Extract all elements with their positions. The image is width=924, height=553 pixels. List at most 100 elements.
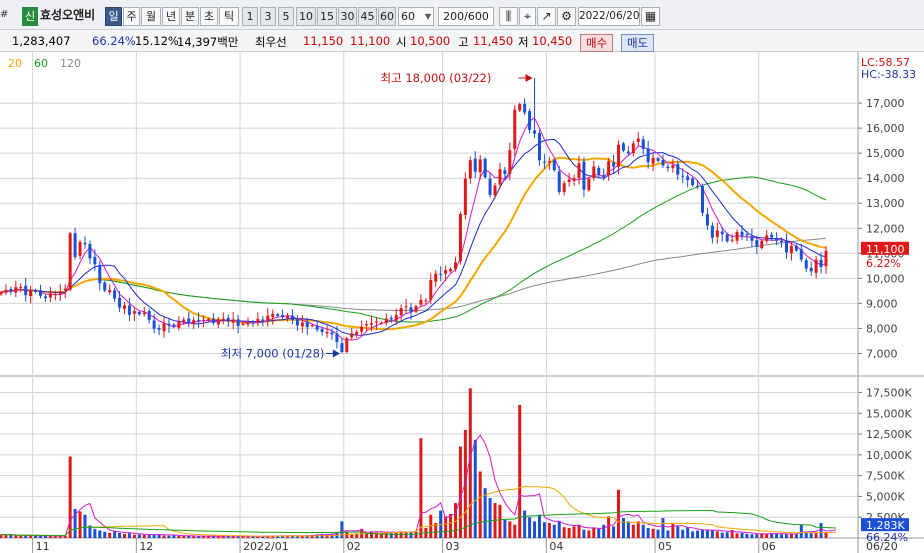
volume-bar — [83, 514, 87, 538]
crosshair-icon[interactable]: ⌖ — [519, 7, 536, 26]
sell-button[interactable]: 매도 — [621, 34, 655, 52]
volume-bar — [641, 524, 645, 538]
volume-bar — [142, 534, 146, 538]
candle-body — [775, 238, 779, 241]
date-input[interactable]: 2022/06/20 — [578, 7, 640, 26]
candle-body — [750, 236, 754, 241]
candle-body — [34, 290, 38, 292]
volume-bar — [814, 533, 818, 538]
volume-bar — [819, 523, 823, 538]
volume-bar — [780, 534, 784, 538]
stock-chart[interactable]: 17,00016,00015,00014,00013,00012,00011,0… — [0, 52, 924, 553]
candle-body — [167, 323, 171, 326]
interval-30-button[interactable]: 30 — [338, 7, 357, 26]
open-label: 시 — [396, 35, 407, 49]
volume-bar — [750, 534, 754, 538]
period-second-button[interactable]: 초 — [200, 7, 218, 26]
stock-name[interactable]: 효성오앤비 — [40, 7, 95, 26]
x-tick-label: 06 — [762, 540, 776, 553]
period-tick-button[interactable]: 틱 — [219, 7, 239, 26]
candle-body — [103, 282, 107, 291]
calendar-icon[interactable]: ▦ — [641, 7, 660, 26]
candle-body — [631, 143, 635, 154]
candle-body — [429, 280, 433, 300]
volume-bar — [725, 532, 729, 538]
interval-3-button[interactable]: 3 — [260, 7, 276, 26]
candle-body — [192, 320, 196, 324]
candle-body — [617, 144, 621, 167]
candle-body — [587, 178, 591, 191]
candle-body — [231, 319, 235, 323]
candle-body — [58, 291, 62, 295]
volume-bar — [597, 528, 601, 538]
candle-body — [29, 290, 33, 297]
price-tick-label: 10,000 — [866, 272, 905, 285]
candle-body — [439, 273, 443, 275]
volume-tick-label: 15,000K — [866, 407, 912, 420]
period-week-button[interactable]: 주 — [123, 7, 140, 26]
candle-body — [246, 322, 250, 325]
volume-bar — [617, 489, 621, 538]
candle-body — [330, 332, 334, 335]
chevron-down-icon: ▼ — [424, 12, 431, 21]
candle-body — [789, 246, 793, 254]
candle-body — [646, 148, 650, 163]
interval-15-button[interactable]: 15 — [317, 7, 337, 26]
volume-bar — [172, 535, 176, 538]
candle-body — [14, 287, 18, 293]
line-draw-icon[interactable]: ↗ — [537, 7, 556, 26]
candle-body — [187, 318, 191, 323]
interval-select[interactable]: 60 ▼ — [398, 7, 434, 26]
candle-body — [147, 310, 151, 320]
candle-body — [597, 167, 601, 175]
low-label: 저 — [518, 35, 529, 49]
period-month-button[interactable]: 월 — [141, 7, 161, 26]
volume-bar — [755, 534, 759, 538]
candle-body — [493, 185, 497, 196]
volume-bar — [557, 521, 561, 538]
interval-5-button[interactable]: 5 — [278, 7, 294, 26]
volume-value: 1,283,407 — [12, 34, 71, 48]
high-price: 11,450 — [473, 34, 514, 48]
volume-bar — [449, 513, 453, 538]
candle-body — [676, 163, 680, 175]
candle-body — [542, 161, 546, 163]
candle-body — [710, 225, 714, 238]
candle-body — [473, 158, 477, 172]
volume-bar — [528, 517, 532, 538]
candle-body — [592, 166, 596, 179]
candle-body — [414, 306, 418, 312]
candle-body — [320, 329, 324, 332]
candle-body — [528, 111, 532, 130]
period-day-button[interactable]: 일 — [105, 7, 122, 26]
volume-bar — [542, 522, 546, 538]
bar-count-input[interactable]: 200/600 — [438, 7, 494, 26]
candle-body — [202, 319, 206, 321]
candle-body — [137, 312, 141, 315]
buy-button[interactable]: 매수 — [580, 34, 614, 52]
interval-45-button[interactable]: 45 — [358, 7, 377, 26]
volume-bar — [182, 535, 186, 538]
gear-icon[interactable]: ⚙ — [557, 7, 576, 26]
candle-body — [696, 185, 700, 187]
volume-bar — [167, 535, 171, 538]
candle-body — [325, 331, 329, 334]
volume-bar — [552, 524, 556, 538]
interval-60-button[interactable]: 60 — [378, 7, 396, 26]
period-year-button[interactable]: 년 — [162, 7, 180, 26]
candle-type-icon[interactable]: ⫼ — [499, 7, 518, 26]
period-minute-button[interactable]: 분 — [181, 7, 199, 26]
volume-bar — [113, 531, 117, 538]
volume-bar — [537, 514, 541, 538]
volume-bar — [799, 524, 803, 538]
candle-body — [434, 273, 438, 282]
candle-body — [132, 311, 136, 314]
volume-tick-label: 12,500K — [866, 428, 912, 441]
interval-10-button[interactable]: 10 — [296, 7, 316, 26]
candle-body — [63, 288, 67, 291]
candle-body — [221, 318, 225, 320]
volume-bar — [132, 534, 136, 538]
interval-1-button[interactable]: 1 — [242, 7, 258, 26]
hash-icon[interactable]: # — [0, 9, 10, 20]
volume-bar — [715, 531, 719, 538]
